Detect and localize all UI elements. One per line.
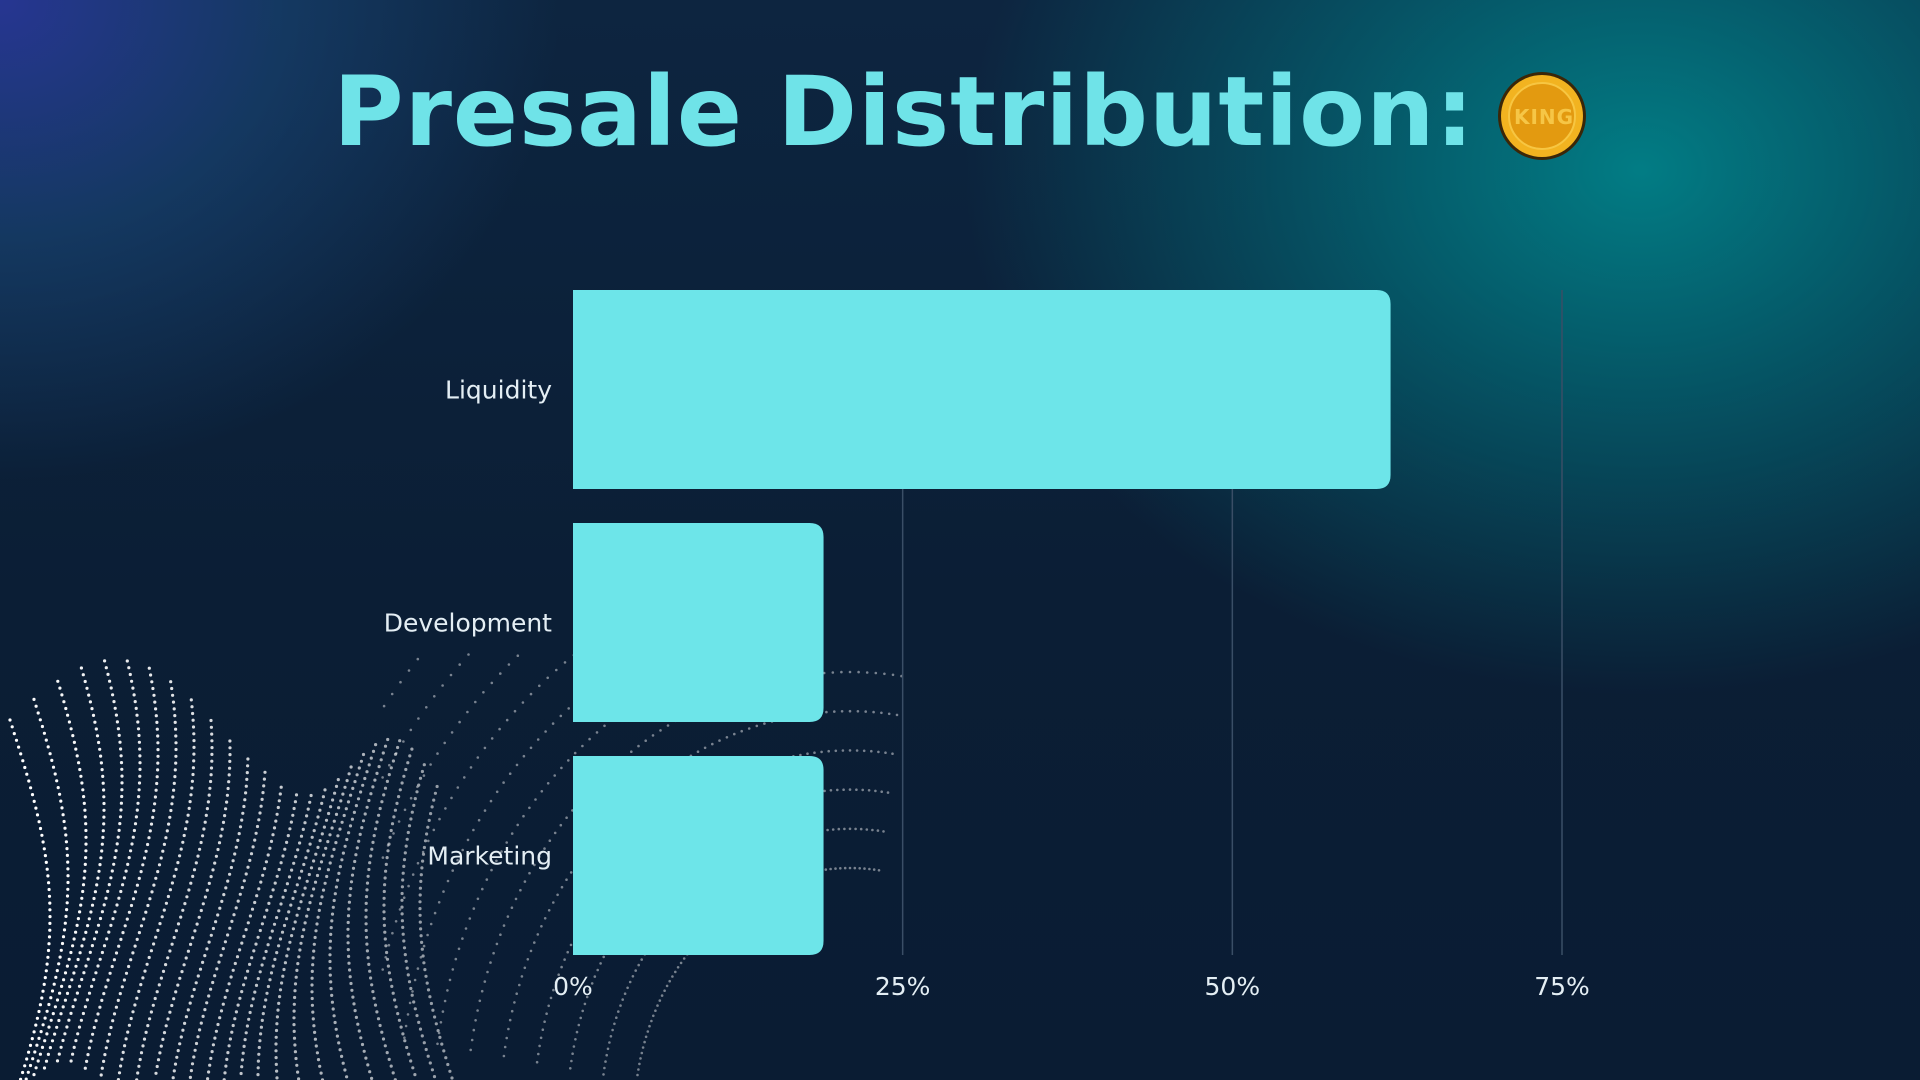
- x-tick-label: 25%: [875, 972, 931, 1001]
- category-label: Marketing: [427, 842, 552, 871]
- x-tick-label: 75%: [1534, 972, 1590, 1001]
- category-label: Development: [384, 609, 552, 638]
- bar-chart: Liquidity Development Marketing 0% 25% 50% 75%: [384, 290, 1590, 1001]
- bar-development: [573, 523, 824, 722]
- category-label: Liquidity: [445, 376, 552, 405]
- bar-marketing: [573, 756, 824, 955]
- x-tick-label: 50%: [1205, 972, 1261, 1001]
- x-tick-label: 0%: [553, 972, 593, 1001]
- bar-liquidity: [573, 290, 1391, 489]
